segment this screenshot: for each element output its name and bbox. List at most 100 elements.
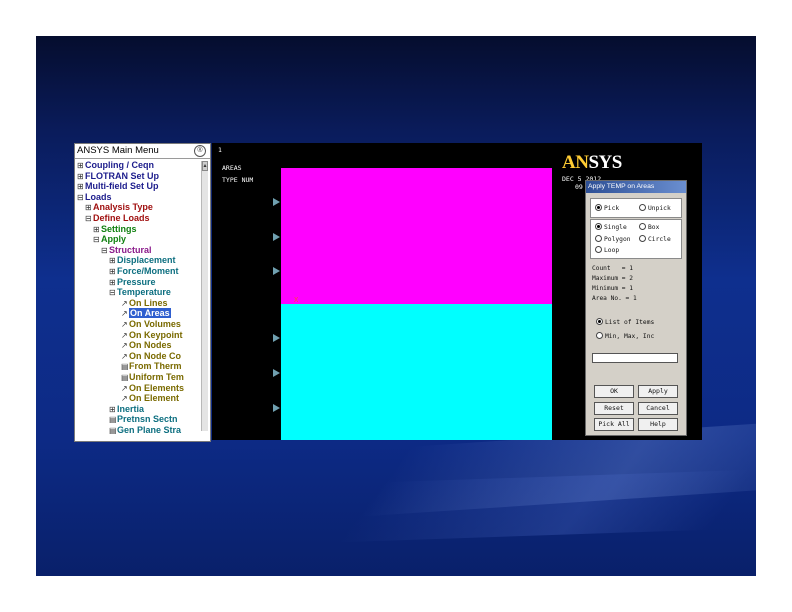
- menu-item[interactable]: ⊟Loads: [77, 192, 112, 203]
- menu-item-label: On Node Co: [129, 350, 181, 361]
- constraint-symbol-icon: [273, 198, 280, 206]
- radio-selected-icon: [595, 204, 602, 211]
- help-button[interactable]: Help: [638, 418, 678, 431]
- menu-item[interactable]: ↗On Node Co: [121, 351, 181, 362]
- menu-item[interactable]: ⊞FLOTRAN Set Up: [77, 171, 159, 182]
- pick-mode-group: Pick Unpick: [590, 198, 682, 218]
- radio-icon: [595, 246, 602, 253]
- ansys-logo: ANSYS: [562, 152, 622, 173]
- collapse-tree-icon: ⊟: [101, 245, 108, 255]
- maximum-row: Maximum = 2: [592, 275, 633, 282]
- menu-item[interactable]: ⊞Coupling / Ceqn: [77, 160, 154, 171]
- radio-selected-icon: [595, 223, 602, 230]
- menu-item[interactable]: ⊞Settings: [93, 224, 137, 235]
- menu-item-label: Pretnsn Sectn: [117, 414, 178, 425]
- menu-item-label: Uniform Tem: [129, 372, 184, 382]
- radio-icon: [639, 204, 646, 211]
- collapse-tree-icon: ⊟: [93, 235, 100, 245]
- menu-item[interactable]: ⊞Displacement: [109, 255, 176, 266]
- menu-item-label: Temperature: [117, 287, 171, 298]
- pick-input-field[interactable]: [592, 353, 678, 363]
- apply-temp-dialog: Apply TEMP on Areas Pick Unpick Single B…: [585, 180, 687, 436]
- plot-time: 09: [575, 183, 583, 191]
- polygon-radio[interactable]: Polygon: [595, 235, 631, 244]
- menu-item[interactable]: ⊟Structural: [101, 245, 152, 256]
- constraint-symbol-icon: [273, 369, 280, 377]
- menu-item-label: Apply: [101, 234, 127, 245]
- menu-item-label: Loads: [85, 191, 112, 202]
- constraint-symbol-icon: [273, 267, 280, 275]
- menu-item[interactable]: ⊟Define Loads: [85, 213, 150, 224]
- area-upper[interactable]: [281, 168, 552, 304]
- menu-item[interactable]: ↗On Elements: [121, 383, 184, 394]
- menu-item[interactable]: ⊟Apply: [93, 234, 126, 245]
- menu-titlebar: ANSYS Main Menu ®: [75, 144, 210, 159]
- menu-item[interactable]: ⊞Force/Moment: [109, 266, 179, 277]
- menu-item-label: On Keypoint: [129, 329, 183, 340]
- menu-item[interactable]: ↗ On Areas: [121, 308, 171, 319]
- menu-item[interactable]: ▤From Therm: [121, 361, 182, 372]
- scroll-up-icon[interactable]: ▴: [202, 161, 208, 171]
- menu-item-label: On Lines: [129, 297, 168, 308]
- menu-item-label: From Therm: [129, 361, 182, 372]
- menu-item-label: Multi-field Set Up: [85, 181, 159, 192]
- selection-shape-group: Single Box Polygon Circle Loop: [590, 219, 682, 259]
- menu-item-label: On Nodes: [129, 340, 172, 351]
- plot-label-type: TYPE NUM: [222, 176, 254, 184]
- circle-radio[interactable]: Circle: [639, 235, 671, 244]
- menu-item-label: Coupling / Ceqn: [85, 160, 154, 170]
- constraint-symbol-icon: [273, 233, 280, 241]
- menu-item[interactable]: ⊞Inertia: [109, 404, 144, 415]
- entry-mode-group: List of Items Min, Max, Inc: [590, 315, 682, 347]
- radio-selected-icon: [596, 318, 603, 325]
- loop-radio[interactable]: Loop: [595, 246, 619, 255]
- menu-item-label: Gen Plane Stra: [117, 425, 182, 435]
- menu-item-label: On Elements: [129, 382, 185, 393]
- menu-item[interactable]: ⊞Analysis Type: [85, 202, 153, 213]
- menu-item-label: On Volumes: [129, 319, 181, 329]
- ansys-main-menu: ANSYS Main Menu ® ▴ ⊞Coupling / Ceqn ⊞FLO…: [74, 143, 211, 442]
- menu-item[interactable]: ⊞Multi-field Set Up: [77, 181, 159, 192]
- constraint-symbol-icon: [273, 334, 280, 342]
- menu-item[interactable]: ⊟Temperature: [109, 287, 171, 298]
- min-max-inc-radio[interactable]: Min, Max, Inc: [596, 332, 654, 341]
- collapse-icon[interactable]: ®: [194, 145, 206, 157]
- pick-radio[interactable]: Pick: [595, 204, 619, 213]
- area-lower[interactable]: [281, 304, 552, 440]
- menu-item-label: FLOTRAN Set Up: [85, 170, 159, 181]
- cancel-button[interactable]: Cancel: [638, 402, 678, 415]
- radio-icon: [639, 223, 646, 230]
- menu-item[interactable]: ↗On Volumes: [121, 319, 181, 330]
- single-radio[interactable]: Single: [595, 223, 627, 232]
- menu-item[interactable]: ⊞Pressure: [109, 277, 156, 288]
- box-radio[interactable]: Box: [639, 223, 659, 232]
- pick-stats: Count = 1 Maximum = 2 Minimum = 1 Area N…: [590, 261, 682, 313]
- menu-item[interactable]: ▤Pretnsn Sectn: [109, 414, 178, 425]
- menu-tree: ▴ ⊞Coupling / Ceqn ⊞FLOTRAN Set Up ⊞Multi-…: [75, 159, 210, 441]
- collapse-tree-icon: ⊟: [77, 192, 84, 202]
- collapse-tree-icon: ⊟: [85, 214, 92, 223]
- menu-item-label: Structural: [109, 244, 152, 255]
- menu-scrollbar[interactable]: ▴: [201, 161, 208, 431]
- radio-icon: [596, 332, 603, 339]
- menu-item[interactable]: ▤Uniform Tem: [121, 372, 184, 383]
- menu-item[interactable]: ↗On Element: [121, 393, 179, 404]
- menu-item[interactable]: ▤Gen Plane Stra: [109, 425, 181, 436]
- menu-item-label: On Element: [129, 393, 180, 404]
- dialog-title: Apply TEMP on Areas: [586, 181, 686, 193]
- unpick-radio[interactable]: Unpick: [639, 204, 671, 213]
- list-of-items-radio[interactable]: List of Items: [596, 318, 654, 327]
- menu-item-label: Define Loads: [93, 213, 150, 223]
- constraint-symbol-icon: [273, 404, 280, 412]
- reset-button[interactable]: Reset: [594, 402, 634, 415]
- menu-item-label: Displacement: [117, 255, 176, 266]
- ok-button[interactable]: OK: [594, 385, 634, 398]
- menu-title: ANSYS Main Menu: [77, 145, 159, 156]
- menu-item[interactable]: ↗On Lines: [121, 298, 168, 309]
- menu-item-label: Settings: [101, 223, 137, 234]
- apply-button[interactable]: Apply: [638, 385, 678, 398]
- menu-item[interactable]: ↗On Keypoint: [121, 330, 183, 341]
- pick-all-button[interactable]: Pick All: [594, 418, 634, 431]
- menu-item[interactable]: ↗On Nodes: [121, 340, 172, 351]
- window-number: 1: [218, 146, 222, 154]
